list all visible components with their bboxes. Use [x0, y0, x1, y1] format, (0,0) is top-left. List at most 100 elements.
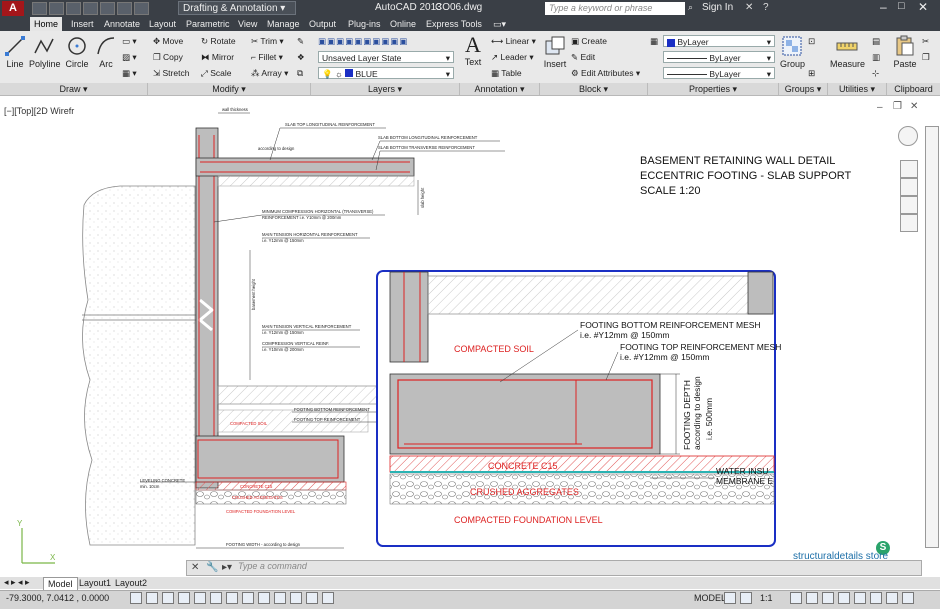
tab-online[interactable]: Online — [390, 17, 416, 31]
tab-output[interactable]: Output — [309, 17, 336, 31]
tab-plugins[interactable]: Plug-ins — [348, 17, 381, 31]
mirror-button[interactable]: ⧓ Mirror — [201, 52, 234, 63]
copy-clip-icon[interactable]: ❐ — [922, 52, 930, 63]
help-icon[interactable]: ? — [763, 2, 769, 13]
panel-layers-title[interactable]: Layers ▾ — [311, 83, 460, 95]
move-button[interactable]: ✥ Move — [153, 36, 183, 47]
panel-modify-title[interactable]: Modify ▾ — [148, 83, 311, 95]
tab-layout1[interactable]: Layout1 — [75, 577, 115, 589]
viewport-controls-label[interactable]: [−][Top][2D Wirefr — [4, 106, 74, 116]
snap-icon[interactable] — [130, 592, 142, 604]
auto-scale-icon[interactable] — [806, 592, 818, 604]
region-icon[interactable]: ▦ ▾ — [122, 68, 137, 79]
panel-annotation-title[interactable]: Annotation ▾ — [460, 83, 540, 95]
redo-icon[interactable] — [134, 2, 149, 15]
tab-home[interactable]: Home — [30, 17, 63, 31]
tab-parametric[interactable]: Parametric — [186, 17, 230, 31]
new-icon[interactable] — [32, 2, 47, 15]
ortho-icon[interactable] — [162, 592, 174, 604]
tab-manage[interactable]: Manage — [267, 17, 300, 31]
command-settings-icon[interactable]: 🔧 — [206, 562, 218, 573]
search-input[interactable]: Type a keyword or phrase — [545, 2, 685, 15]
coordinate-readout[interactable]: -79.3000, 7.0412 , 0.0000 — [6, 593, 109, 603]
navbar-orbit-icon[interactable] — [900, 214, 918, 232]
tab-layout2[interactable]: Layout2 — [111, 577, 151, 589]
layer-dropdown[interactable]: 💡 ☼ BLUE ▾ — [318, 67, 454, 79]
tab-annotate[interactable]: Annotate — [104, 17, 140, 31]
measure-button[interactable]: Measure — [830, 35, 865, 69]
tab-nav-icon[interactable]: ◂ ▸ ◂ ▸ — [4, 577, 30, 588]
isolate-icon[interactable] — [870, 592, 882, 604]
qp-icon[interactable] — [306, 592, 318, 604]
tab-view[interactable]: View — [238, 17, 257, 31]
close-button[interactable]: ✕ — [918, 0, 928, 14]
lock-icon[interactable] — [838, 592, 850, 604]
drawing-canvas[interactable]: wall thickness SLAB TOP LONGITUDINAL REI… — [0, 96, 940, 576]
rectangle-icon[interactable]: ▭ ▾ — [122, 36, 137, 47]
quick-view-icon[interactable] — [724, 592, 736, 604]
plot-icon[interactable] — [100, 2, 115, 15]
edit-attributes-button[interactable]: ⚙ Edit Attributes ▾ — [571, 68, 640, 79]
array-button[interactable]: ⁂ Array ▾ — [251, 68, 288, 79]
quick-view-drawings-icon[interactable] — [740, 592, 752, 604]
drawing-viewport[interactable]: wall thickness SLAB TOP LONGITUDINAL REI… — [0, 96, 940, 576]
text-button[interactable]: A Text — [462, 33, 484, 68]
otrack-icon[interactable] — [226, 592, 238, 604]
sc-icon[interactable] — [322, 592, 334, 604]
dyn-icon[interactable] — [258, 592, 270, 604]
insert-button[interactable]: Insert — [543, 35, 567, 69]
stretch-button[interactable]: ⇲ Stretch — [153, 68, 189, 79]
copy-button[interactable]: ❐ Copy — [153, 52, 183, 63]
match-properties-icon[interactable]: ▦ — [650, 36, 658, 47]
command-input[interactable]: Type a command — [238, 561, 307, 571]
viewport-minimize-icon[interactable]: – — [877, 102, 883, 113]
offset-icon[interactable]: ⧉ — [297, 68, 303, 79]
hatch-icon[interactable]: ▨ ▾ — [122, 52, 137, 63]
sign-in-link[interactable]: Sign In — [702, 2, 733, 13]
layer-state-dropdown[interactable]: Unsaved Layer State ▾ — [318, 51, 454, 63]
tpy-icon[interactable] — [290, 592, 302, 604]
linetype-dropdown[interactable]: ByLayer ▾ — [663, 51, 775, 63]
tab-insert[interactable]: Insert — [71, 17, 94, 31]
lwt-icon[interactable] — [274, 592, 286, 604]
polar-icon[interactable] — [178, 592, 190, 604]
arc-button[interactable]: Arc — [95, 35, 117, 69]
ducs-icon[interactable] — [242, 592, 254, 604]
color-dropdown[interactable]: ByLayer ▾ — [663, 35, 775, 47]
app-menu-icon[interactable]: A — [2, 1, 24, 16]
annotation-visibility-icon[interactable] — [790, 592, 802, 604]
model-space-toggle[interactable]: MODEL — [694, 593, 726, 603]
minimize-button[interactable]: – — [880, 0, 887, 14]
clean-screen-icon[interactable] — [902, 592, 914, 604]
navbar-zoom-icon[interactable] — [900, 196, 918, 214]
id-point-icon[interactable]: ⊹ — [872, 68, 879, 79]
osnap-icon[interactable] — [194, 592, 206, 604]
maximize-button[interactable]: □ — [898, 0, 905, 12]
navbar-wheel-icon[interactable] — [900, 160, 918, 178]
vertical-scrollbar[interactable] — [925, 126, 939, 548]
panel-clipboard-title[interactable]: Clipboard — [887, 83, 940, 95]
viewport-close-icon[interactable]: ✕ — [910, 101, 918, 112]
workspace-switch-icon[interactable] — [822, 592, 834, 604]
erase-icon[interactable]: ✎ — [297, 36, 304, 47]
panel-utilities-title[interactable]: Utilities ▾ — [828, 83, 887, 95]
lineweight-dropdown[interactable]: ByLayer ▾ — [663, 67, 775, 79]
explode-icon[interactable]: ❖ — [297, 52, 305, 63]
quick-select-icon[interactable]: ▤ — [872, 36, 880, 47]
undo-icon[interactable] — [117, 2, 132, 15]
edit-block-button[interactable]: ✎ Edit — [571, 52, 595, 63]
save-icon[interactable] — [66, 2, 81, 15]
status-menu-icon[interactable] — [886, 592, 898, 604]
viewcube-icon[interactable] — [898, 126, 918, 146]
3dosnap-icon[interactable] — [210, 592, 222, 604]
panel-draw-title[interactable]: Draw ▾ — [0, 83, 148, 95]
tab-layout[interactable]: Layout — [149, 17, 176, 31]
panel-groups-title[interactable]: Groups ▾ — [779, 83, 828, 95]
trim-button[interactable]: ✂ Trim ▾ — [251, 36, 284, 47]
hardware-accel-icon[interactable] — [854, 592, 866, 604]
command-close-icon[interactable]: ✕ — [191, 562, 199, 573]
ungroup-icon[interactable]: ⊡ — [808, 36, 815, 47]
table-button[interactable]: ▦ Table — [491, 68, 522, 79]
tab-model[interactable]: Model — [43, 577, 78, 591]
panel-properties-title[interactable]: Properties ▾ — [648, 83, 779, 95]
